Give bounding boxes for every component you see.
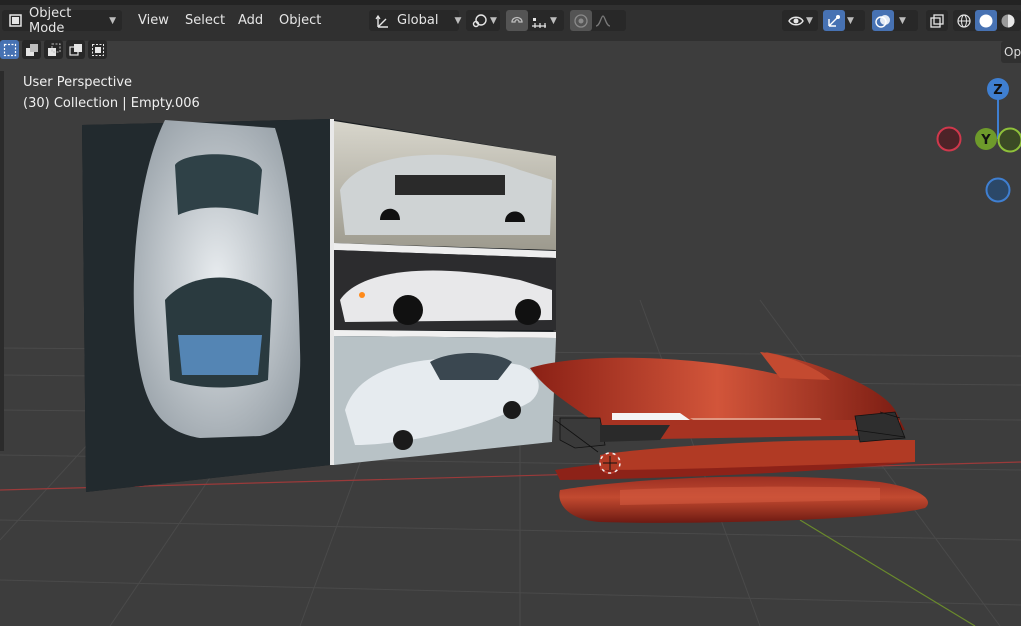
navigation-gizmo[interactable]: Z Y <box>931 75 1021 205</box>
reference-image-plane[interactable] <box>82 119 556 492</box>
window-top-strip <box>0 0 1021 5</box>
snap-target-dropdown[interactable] <box>528 10 550 31</box>
xray-icon <box>929 13 945 29</box>
car-body-mesh[interactable] <box>530 352 928 523</box>
select-subtract-icon <box>47 43 60 56</box>
wireframe-shading-button[interactable] <box>953 10 975 31</box>
falloff-dropdown[interactable] <box>592 10 614 31</box>
snap-group: ▼ <box>506 10 564 31</box>
menu-add[interactable]: Add <box>232 10 269 31</box>
object-mode-dropdown[interactable]: Object Mode ▼ <box>2 6 122 36</box>
proportional-edit-toggle[interactable] <box>570 10 592 31</box>
eye-icon <box>788 13 804 29</box>
select-new-button[interactable] <box>0 40 19 59</box>
chevron-down-icon: ▼ <box>490 15 497 26</box>
view-name-label: User Perspective <box>23 75 133 90</box>
gizmo-group: ▼ <box>823 10 865 31</box>
snap-toggle[interactable] <box>506 10 528 31</box>
menu-select[interactable]: Select <box>179 10 231 31</box>
left-toolbar-edge[interactable] <box>0 71 4 451</box>
chevron-down-icon: ▼ <box>806 15 813 26</box>
chevron-down-icon: ▼ <box>454 15 462 26</box>
material-shading-button[interactable] <box>997 10 1019 31</box>
select-subtract-button[interactable] <box>44 40 63 59</box>
select-invert-icon <box>68 43 82 56</box>
pivot-point-dropdown[interactable]: ▼ <box>466 10 500 31</box>
material-shading-icon <box>1000 13 1016 29</box>
visibility-dropdown[interactable]: ▼ <box>782 10 818 31</box>
menu-view[interactable]: View <box>132 10 175 31</box>
select-extend-button[interactable] <box>22 40 41 59</box>
wireframe-shading-icon <box>956 13 972 29</box>
transform-orientation-dropdown[interactable]: Global ▼ <box>369 10 462 31</box>
solid-shading-icon <box>978 13 994 29</box>
scene-canvas <box>0 119 1021 626</box>
overlay-group: ▼ <box>872 10 918 31</box>
menu-object[interactable]: Object <box>273 10 327 31</box>
increment-snap-icon <box>531 13 547 29</box>
options-tab[interactable]: Opt <box>1001 41 1021 63</box>
object-mode-icon <box>8 13 24 29</box>
proportional-edit-icon <box>573 13 589 29</box>
snap-icon <box>509 13 525 29</box>
neg-z-axis-ball[interactable] <box>985 177 1011 203</box>
xray-toggle[interactable] <box>926 10 948 31</box>
mode-label: Object Mode <box>29 5 72 36</box>
shading-group <box>953 10 1021 31</box>
transform-orientation-icon <box>375 13 391 29</box>
select-extend-icon <box>25 43 38 56</box>
overlay-toggle[interactable] <box>872 10 894 31</box>
chevron-down-icon[interactable]: ▼ <box>847 16 854 26</box>
proportional-edit-group <box>570 10 626 31</box>
y-axis-line <box>799 519 976 626</box>
y-axis-label: Y <box>980 133 991 148</box>
xray-button[interactable] <box>926 10 948 31</box>
neg-y-axis-ball[interactable] <box>997 127 1021 153</box>
neg-x-axis-ball[interactable] <box>936 126 962 152</box>
gizmo-toggle[interactable] <box>823 10 845 31</box>
select-intersect-button[interactable] <box>88 40 107 59</box>
chevron-down-icon[interactable]: ▼ <box>899 16 906 26</box>
collection-info-label: (30) Collection | Empty.006 <box>23 96 200 111</box>
overlay-icon <box>875 13 891 29</box>
3d-viewport[interactable]: User Perspective (30) Collection | Empty… <box>0 41 1021 626</box>
gizmo-icon <box>826 13 842 29</box>
solid-shading-button[interactable] <box>975 10 997 31</box>
select-intersect-icon <box>91 43 104 56</box>
select-new-icon <box>3 43 16 56</box>
selection-mode-toolbar <box>0 40 107 60</box>
chevron-down-icon: ▼ <box>109 15 116 26</box>
viewport-header: Object Mode ▼ View Select Add Object Glo… <box>0 0 1021 41</box>
falloff-curve-icon <box>595 13 611 29</box>
orientation-label: Global <box>397 13 439 28</box>
z-axis-label: Z <box>993 83 1002 98</box>
select-invert-button[interactable] <box>66 40 85 59</box>
pivot-icon <box>472 13 488 29</box>
chevron-down-icon: ▼ <box>550 15 557 26</box>
3d-cursor[interactable] <box>599 452 621 474</box>
